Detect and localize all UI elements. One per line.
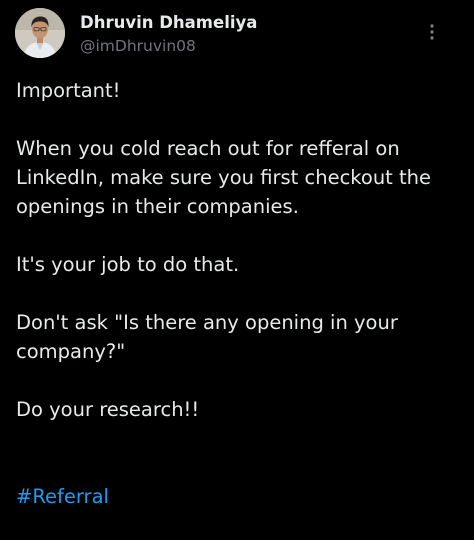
tweet-paragraph-important: Important!	[16, 79, 121, 102]
tweet-paragraph-your-job: It's your job to do that.	[16, 253, 240, 276]
tweet-paragraph-do-research: Do your research!!	[16, 398, 200, 421]
author-handle[interactable]: @imDhruvin08	[80, 37, 196, 55]
hashtag-link[interactable]: #Referral	[16, 485, 109, 508]
author-avatar[interactable]	[15, 8, 65, 58]
tweet-paragraph-referral-advice: When you cold reach out for refferal on …	[16, 137, 432, 218]
tweet: Dhruvin Dhameliya @imDhruvin08 Important…	[0, 0, 474, 508]
hashtag-line: #Referral	[16, 453, 466, 511]
author-name[interactable]: Dhruvin Dhameliya	[80, 13, 257, 32]
tweet-text: Important! When you cold reach out for r…	[16, 76, 466, 540]
tweet-paragraph-dont-ask: Don't ask "Is there any opening in your …	[16, 311, 398, 363]
profile-photo-icon	[15, 8, 65, 58]
more-vertical-icon[interactable]	[426, 22, 438, 42]
